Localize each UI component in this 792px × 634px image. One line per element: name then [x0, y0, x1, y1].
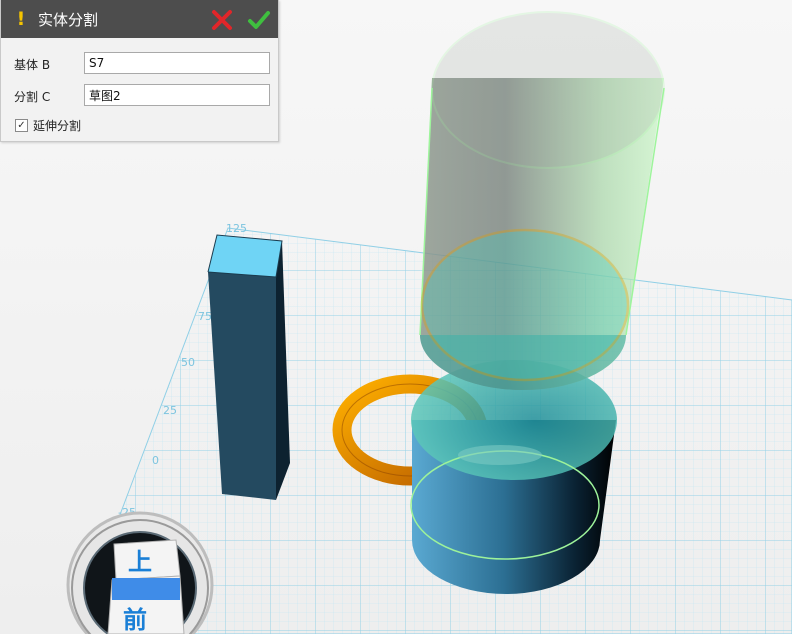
base-row: 基体 B [14, 52, 270, 76]
close-x-icon[interactable] [211, 9, 233, 31]
split-row: 分割 C [14, 84, 270, 108]
base-input[interactable] [84, 52, 270, 74]
ruler-label-0: 0 [152, 454, 159, 467]
view-cube-top-label: 上 [128, 548, 152, 576]
split-label: 分割 C [14, 89, 51, 104]
extend-split-label: 延伸分割 [33, 119, 82, 133]
ruler-label-125: 125 [226, 222, 247, 235]
view-cube-front-label: 前 [123, 606, 147, 634]
panel-header: ! 实体分割 [1, 0, 278, 38]
ruler-label-75: 75 [198, 310, 212, 323]
extend-split-checkbox[interactable]: ✓ [15, 119, 28, 132]
extend-split-option[interactable]: ✓ 延伸分割 [15, 117, 81, 134]
split-solid-panel: ! 实体分割 基体 B 分割 C ✓ 延伸分割 [0, 0, 279, 142]
exclamation-icon: ! [16, 8, 26, 30]
view-cube[interactable]: 上 前 [68, 516, 212, 634]
base-label: 基体 B [14, 57, 51, 72]
checkmark-icon[interactable] [247, 9, 271, 31]
box-solid[interactable] [207, 234, 290, 500]
ruler-label-25: 25 [163, 404, 177, 417]
blue-cylinder[interactable] [410, 360, 617, 594]
ruler-label-50: 50 [181, 356, 195, 369]
split-input[interactable] [84, 84, 270, 106]
panel-title: 实体分割 [38, 10, 99, 29]
